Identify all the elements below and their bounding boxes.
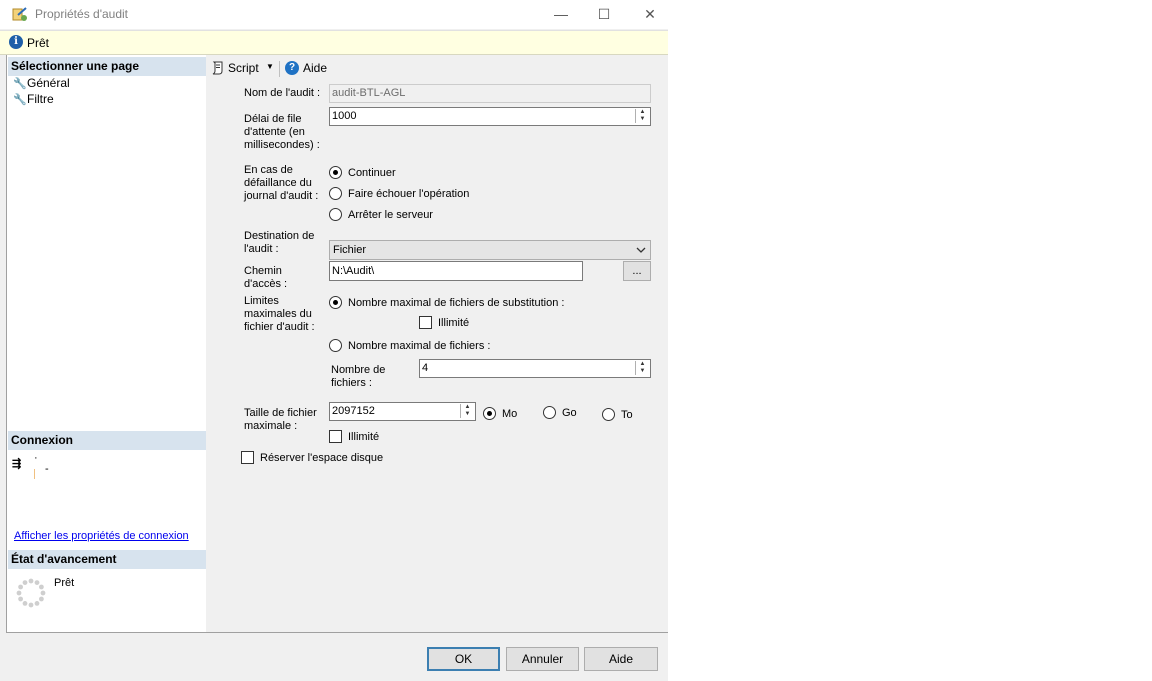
toolbar-separator [279,61,280,77]
size-unit-tb-radio[interactable] [602,408,615,421]
files-count-label-line2: fichiers : [331,377,372,389]
help-toolbar-button[interactable]: Aide [303,61,327,75]
limits-label-line3: fichier d'audit : [244,321,315,333]
max-size-label-line2: maximale : [244,420,298,432]
failure-label-line1: En cas de [244,164,293,176]
script-button[interactable]: Script [228,61,259,75]
failure-shutdown-radio[interactable] [329,208,342,221]
script-icon [211,61,225,75]
audit-app-icon [12,7,27,21]
status-bar: i Prêt [0,30,668,55]
page-item-filter[interactable]: 🔧Filtre [13,91,54,107]
spin-down-icon[interactable]: ▼ [636,116,649,123]
destination-label-line2: l'audit : [244,243,279,255]
cancel-button[interactable]: Annuler [506,647,579,671]
path-input[interactable]: N:\Audit\ [329,261,583,281]
failure-continue-label: Continuer [348,167,396,179]
failure-continue-radio[interactable] [329,166,342,179]
help-button[interactable]: Aide [584,647,658,671]
info-icon: i [9,35,23,49]
max-size-value: 2097152 [332,405,375,417]
size-unit-mb-radio[interactable] [483,407,496,420]
size-unit-gb-radio[interactable] [543,406,556,419]
size-unit-mb-label: Mo [502,408,518,420]
max-files-label: Nombre maximal de fichiers : [348,340,491,352]
help-icon: ? [285,61,299,75]
script-dropdown-icon[interactable]: ▼ [266,62,274,71]
title-bar: Propriétés d'audit — ☐ ✕ [0,0,668,29]
spin-up-icon[interactable]: ▲ [636,109,649,116]
destination-select[interactable]: Fichier [329,240,651,260]
page-item-general-label: Général [27,76,70,90]
rollover-unlimited-checkbox[interactable] [419,316,432,329]
connection-info-a: · [34,452,38,464]
failure-label-line2: défaillance du [244,177,312,189]
audit-name-field[interactable]: audit-BTL-AGL [329,84,651,103]
max-size-label-line1: Taille de fichier [244,407,317,419]
queue-delay-value: 1000 [332,110,357,122]
window-title: Propriétés d'audit [35,7,129,21]
reserve-disk-label: Réserver l'espace disque [260,452,384,464]
connection-icon: ⇶ [12,458,22,470]
status-text: Prêt [27,36,50,50]
path-label-line1: Chemin [244,265,282,277]
spin-up-icon[interactable]: ▲ [461,404,474,411]
size-unit-tb-label: To [621,409,633,421]
path-label-line2: d'accès : [244,278,288,290]
max-files-radio[interactable] [329,339,342,352]
limits-label-line1: Limites [244,295,279,307]
close-button[interactable]: ✕ [635,4,665,24]
chevron-down-icon [636,247,646,253]
size-unlimited-checkbox[interactable] [329,430,342,443]
limits-label-line2: maximales du [244,308,312,320]
browse-button[interactable]: ... [623,261,651,281]
maximize-button[interactable]: ☐ [589,4,619,24]
wrench-icon: 🔧 [13,78,27,90]
left-panel: Sélectionner une page 🔧Général 🔧Filtre C… [6,55,207,633]
size-unit-gb-label: Go [562,407,577,419]
progress-text: Prêt [54,577,75,589]
spin-down-icon[interactable]: ▼ [636,368,649,375]
max-rollover-files-label: Nombre maximal de fichiers de substituti… [348,297,565,309]
spin-up-icon[interactable]: ▲ [636,361,649,368]
audit-properties-window: Propriétés d'audit — ☐ ✕ i Prêt Sélectio… [0,0,668,681]
minimize-button[interactable]: — [546,4,576,24]
max-size-input[interactable]: 2097152 ▲ ▼ [329,402,476,421]
files-count-value: 4 [422,362,429,374]
reserve-disk-checkbox[interactable] [241,451,254,464]
connection-properties-link[interactable]: Afficher les propriétés de connexion [14,530,189,542]
files-count-input[interactable]: 4 ▲ ▼ [419,359,651,378]
progress-spinner-icon [16,578,46,608]
failure-fail-operation-radio[interactable] [329,187,342,200]
panel-divider [206,632,668,633]
audit-name-label: Nom de l'audit : [244,87,321,99]
failure-fail-operation-label: Faire échouer l'opération [348,188,470,200]
connection-header: Connexion [8,431,206,450]
queue-delay-label-line3: millisecondes) : [244,139,320,151]
page-item-filter-label: Filtre [27,92,54,106]
rollover-unlimited-label: Illimité [438,317,470,329]
progress-header: État d'avancement [8,550,206,569]
destination-value: Fichier [333,244,367,256]
files-count-spinner[interactable]: ▲ ▼ [635,361,649,375]
page-item-general[interactable]: 🔧Général [13,75,70,91]
queue-delay-label-line1: Délai de file [244,113,302,125]
spin-down-icon[interactable]: ▼ [461,411,474,418]
queue-delay-spinner[interactable]: ▲ ▼ [635,109,649,123]
connection-info-b: - [45,463,49,475]
size-unlimited-label: Illimité [348,431,380,443]
max-rollover-files-radio[interactable] [329,296,342,309]
wrench-icon: 🔧 [13,94,27,106]
failure-shutdown-label: Arrêter le serveur [348,209,433,221]
connection-marker [34,469,35,479]
failure-label-line3: journal d'audit : [244,190,319,202]
ok-button[interactable]: OK [427,647,500,671]
max-size-spinner[interactable]: ▲ ▼ [460,404,474,418]
select-page-header: Sélectionner une page [8,57,206,76]
destination-label-line1: Destination de [244,230,315,242]
queue-delay-input[interactable]: 1000 ▲ ▼ [329,107,651,126]
queue-delay-label-line2: d'attente (en [244,126,305,138]
files-count-label-line1: Nombre de [331,364,386,376]
